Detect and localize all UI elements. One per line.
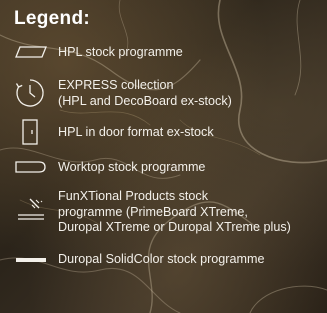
door-icon (22, 119, 38, 145)
sparkle-board-icon (18, 198, 44, 220)
legend-label-express: EXPRESS collection (HPL and DecoBoard ex… (58, 78, 232, 108)
worktop-icon (15, 161, 46, 173)
clock-icon (15, 79, 44, 107)
legend-label-door: HPL in door format ex-stock (58, 125, 214, 139)
legend-label-hpl: HPL stock programme (58, 45, 183, 59)
legend-title: Legend: (14, 8, 90, 29)
parallelogram-sheet-icon (15, 46, 47, 58)
legend-label-funx: FunXTional Products stock programme (Pri… (58, 189, 291, 234)
solid-bar-icon (16, 258, 46, 262)
legend-panel: Legend: HPL stock programme EXPRESS coll… (0, 0, 327, 313)
legend-label-worktop: Worktop stock programme (58, 160, 206, 174)
legend-label-solidcolor: Duropal SolidColor stock programme (58, 252, 265, 266)
